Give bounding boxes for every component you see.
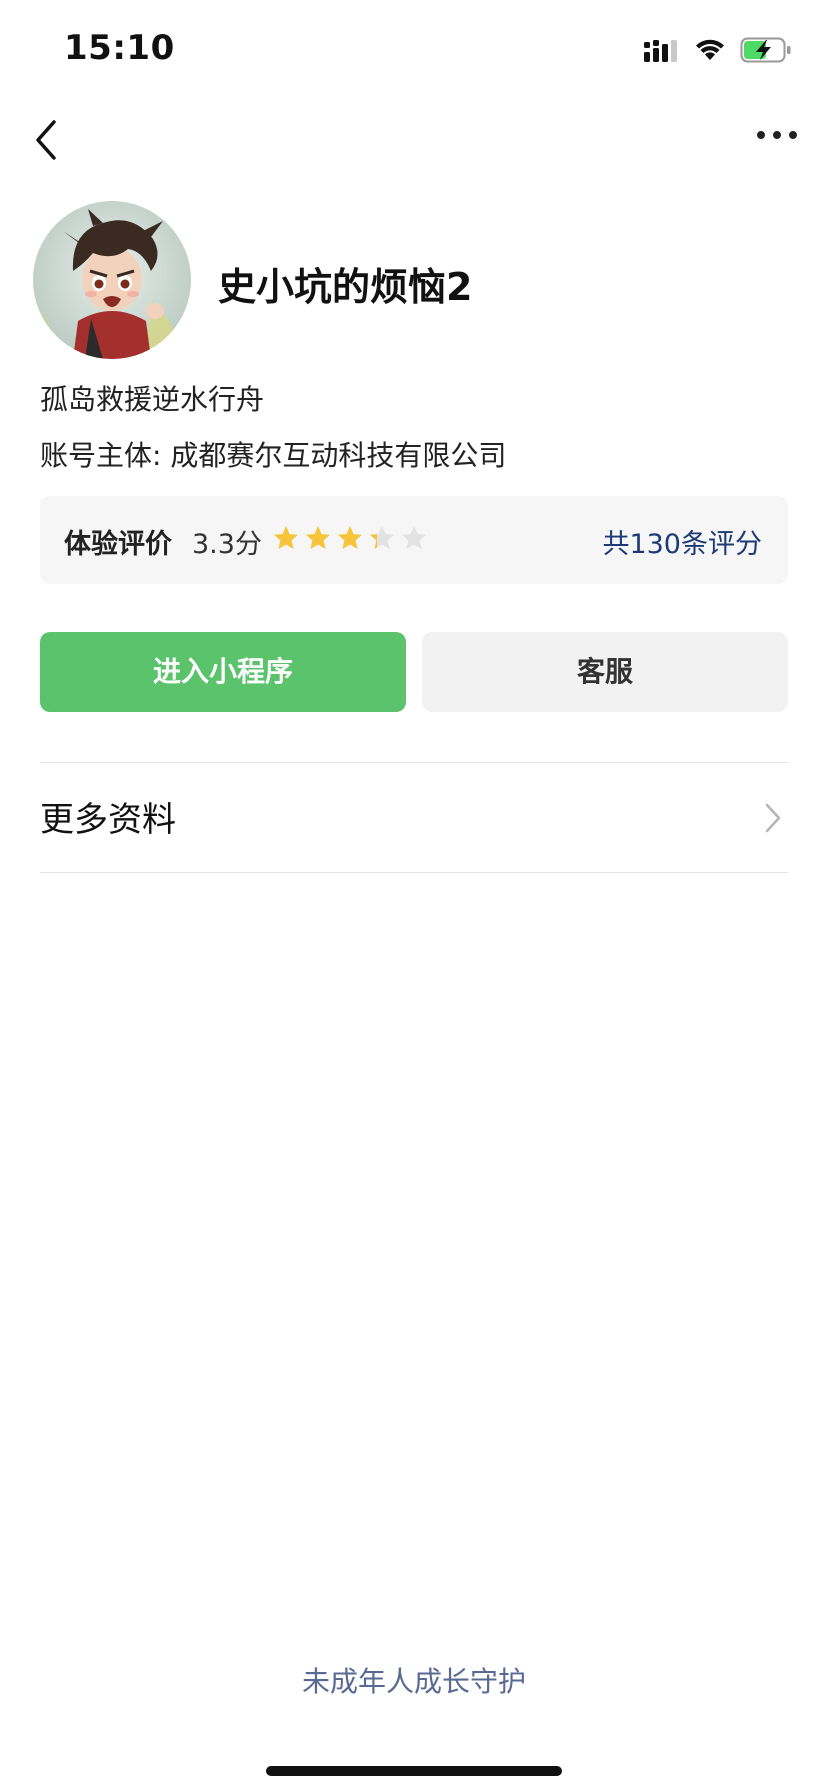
status-bar: 15:10 bbox=[0, 0, 828, 100]
customer-service-button[interactable]: 客服 bbox=[422, 632, 788, 712]
battery-charging-icon bbox=[740, 37, 791, 63]
star-icon bbox=[274, 526, 298, 549]
app-name: 史小坑的烦恼2 bbox=[218, 265, 473, 309]
star-icon bbox=[402, 526, 426, 549]
chevron-right-icon bbox=[765, 803, 781, 833]
status-time: 15:10 bbox=[64, 28, 175, 68]
rating-stars bbox=[272, 524, 428, 552]
home-indicator bbox=[266, 1766, 562, 1776]
avatar bbox=[33, 201, 191, 359]
signal-icon bbox=[644, 40, 677, 62]
more-info-row[interactable]: 更多资料 bbox=[40, 762, 788, 872]
rating-label: 体验评价 bbox=[64, 529, 172, 560]
enter-mini-program-button[interactable]: 进入小程序 bbox=[40, 632, 406, 712]
cartoon-boy-avatar bbox=[33, 201, 191, 359]
rating-score: 3.3分 bbox=[192, 529, 262, 560]
more-dots-icon[interactable] bbox=[756, 128, 798, 142]
back-chevron-icon[interactable] bbox=[28, 118, 68, 162]
star-icon bbox=[338, 526, 362, 549]
rating-count[interactable]: 共130条评分 bbox=[602, 522, 762, 561]
status-icons bbox=[644, 34, 792, 66]
star-icon bbox=[306, 526, 330, 549]
rating-card[interactable]: 体验评价 3.3分 共130条评分 bbox=[40, 496, 788, 584]
wifi-icon bbox=[696, 39, 724, 60]
divider bbox=[40, 872, 788, 873]
app-description: 孤岛救援逆水行舟 bbox=[40, 383, 265, 416]
more-info-label: 更多资料 bbox=[40, 800, 176, 840]
account-entity: 账号主体: 成都赛尔互动科技有限公司 bbox=[40, 439, 507, 472]
minor-protection-link[interactable]: 未成年人成长守护 bbox=[0, 1660, 828, 1700]
star-icon bbox=[370, 526, 394, 549]
